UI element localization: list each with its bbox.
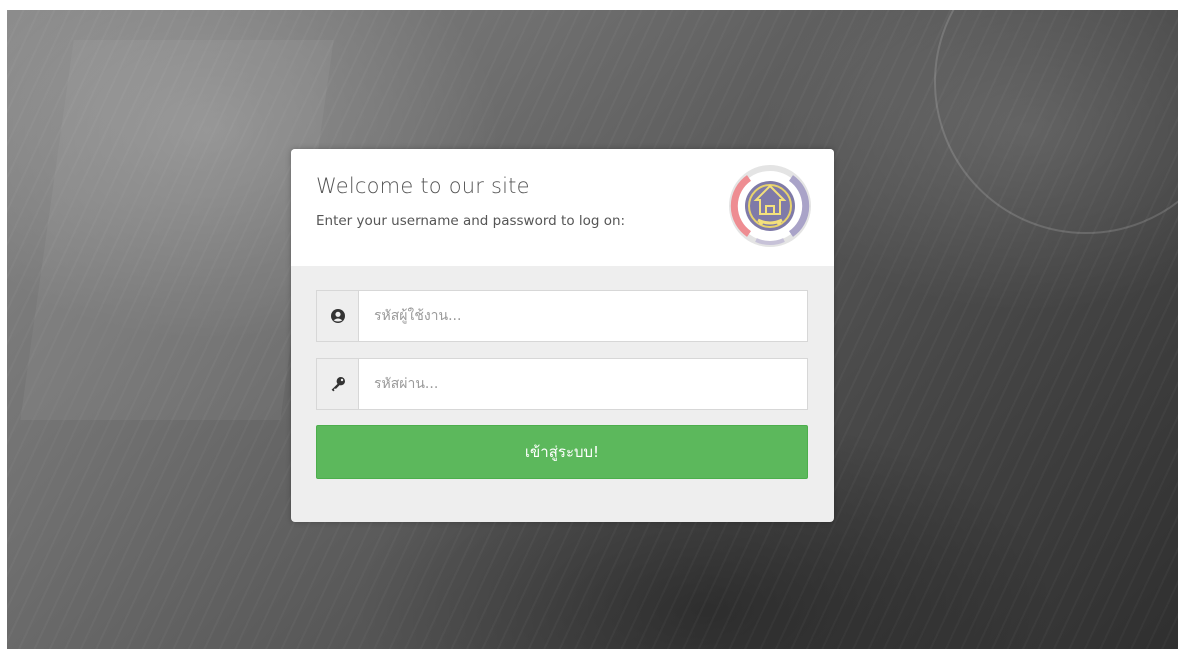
background-photo: Welcome to our site Enter your username … bbox=[7, 10, 1178, 649]
page-title: Welcome to our site bbox=[316, 174, 530, 198]
login-panel: Welcome to our site Enter your username … bbox=[291, 149, 834, 522]
background-shape bbox=[20, 40, 334, 420]
login-button[interactable]: เข้าสู่ระบบ! bbox=[316, 425, 808, 479]
username-addon bbox=[317, 291, 359, 341]
login-panel-header: Welcome to our site Enter your username … bbox=[291, 149, 834, 266]
password-addon bbox=[317, 359, 359, 409]
login-instructions: Enter your username and password to log … bbox=[316, 213, 626, 229]
seal-logo-icon bbox=[728, 164, 812, 248]
background-shape bbox=[934, 10, 1178, 234]
username-field bbox=[316, 290, 808, 342]
password-field bbox=[316, 358, 808, 410]
user-icon bbox=[331, 309, 345, 323]
username-input[interactable] bbox=[360, 291, 806, 341]
key-icon bbox=[331, 377, 345, 392]
password-input[interactable] bbox=[360, 359, 806, 409]
